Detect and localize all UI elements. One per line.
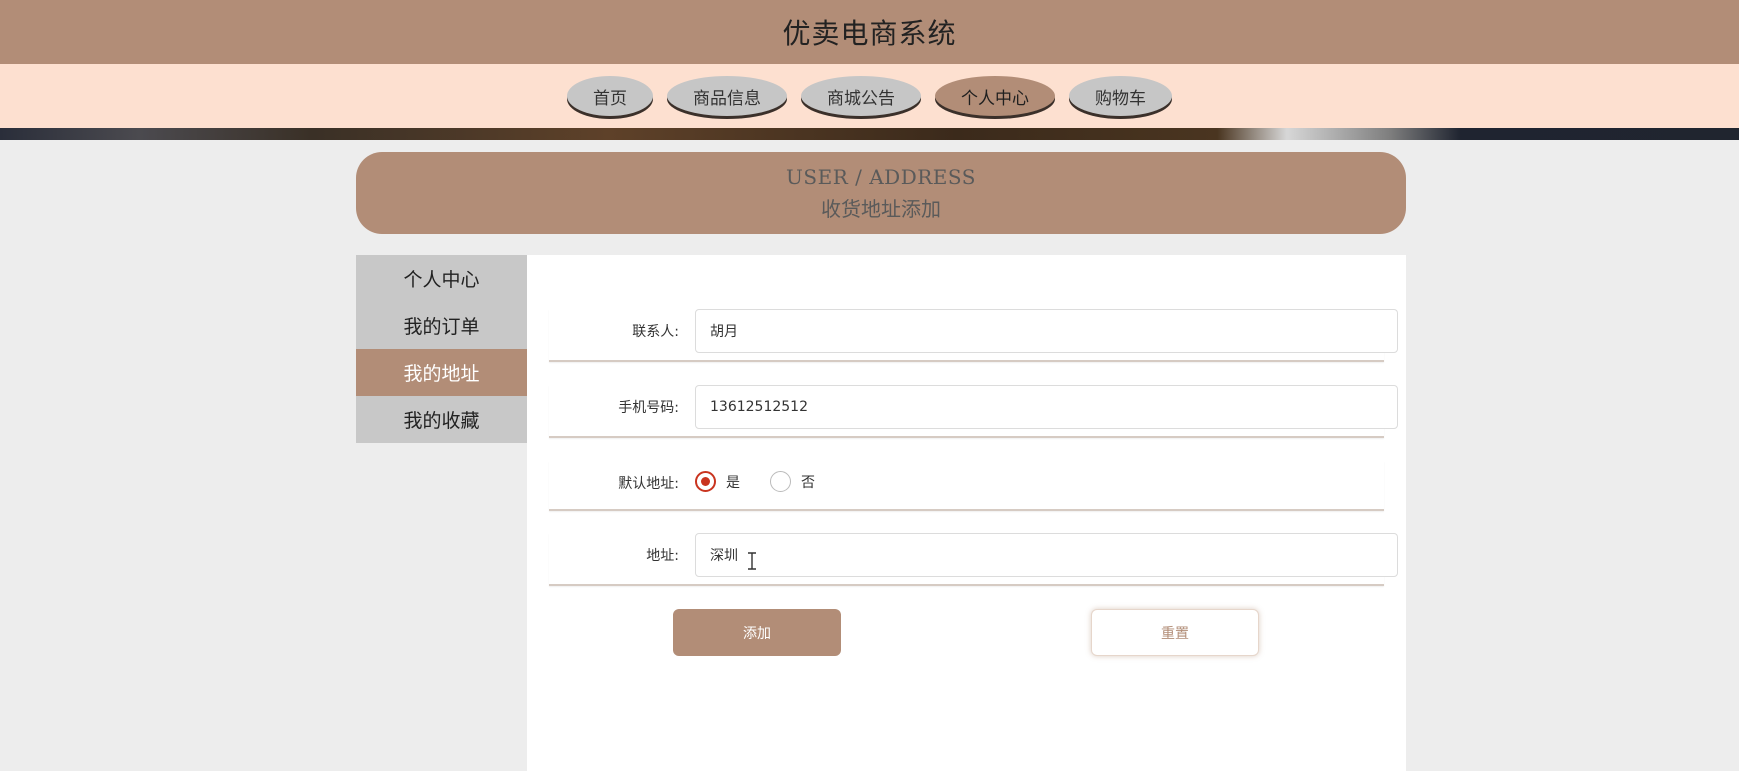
nav-announcements[interactable]: 商城公告 xyxy=(801,76,921,116)
phone-input[interactable] xyxy=(695,385,1398,429)
main-nav: 首页 商品信息 商城公告 个人中心 购物车 xyxy=(0,64,1739,128)
default-no-radio[interactable] xyxy=(770,471,791,492)
banner-chinese-title: 收货地址添加 xyxy=(821,196,941,221)
default-yes-label: 是 xyxy=(726,474,740,491)
address-input[interactable] xyxy=(695,533,1398,577)
user-sidebar: 个人中心 我的订单 我的地址 我的收藏 xyxy=(356,255,527,443)
contact-input[interactable] xyxy=(695,309,1398,353)
default-yes-radio[interactable] xyxy=(695,471,716,492)
sidebar-item-my-orders[interactable]: 我的订单 xyxy=(356,302,527,349)
reset-button[interactable]: 重置 xyxy=(1091,609,1259,656)
default-no-label: 否 xyxy=(801,474,815,491)
page-banner: USER / ADDRESS 收货地址添加 xyxy=(356,152,1406,234)
add-button[interactable]: 添加 xyxy=(673,609,841,656)
site-title: 优卖电商系统 xyxy=(782,17,957,50)
sidebar-item-personal-center[interactable]: 个人中心 xyxy=(356,255,527,302)
address-label: 地址: xyxy=(646,548,679,564)
contact-label: 联系人: xyxy=(632,324,679,340)
site-header: 优卖电商系统 xyxy=(0,0,1739,64)
phone-label: 手机号码: xyxy=(618,400,679,416)
sidebar-item-my-address[interactable]: 我的地址 xyxy=(356,349,527,396)
default-address-radio-group: 是 否 xyxy=(695,471,845,492)
nav-home[interactable]: 首页 xyxy=(567,76,653,116)
form-row-contact: 联系人: xyxy=(549,309,1398,362)
radio-dot xyxy=(701,477,710,486)
default-address-label: 默认地址: xyxy=(618,476,679,492)
form-row-address: 地址: xyxy=(549,533,1398,586)
nav-personal-center[interactable]: 个人中心 xyxy=(935,76,1055,116)
nav-products[interactable]: 商品信息 xyxy=(667,76,787,116)
banner-english-title: USER / ADDRESS xyxy=(786,164,976,189)
address-form-panel: 联系人: 手机号码: 默认地址: 是 否 地址: 添加 重置 xyxy=(527,255,1406,771)
text-cursor-icon xyxy=(748,552,756,570)
decorative-banner-strip xyxy=(0,128,1739,140)
form-row-phone: 手机号码: xyxy=(549,385,1398,438)
form-row-default-address: 默认地址: 是 否 xyxy=(549,461,1384,511)
sidebar-item-my-favorites[interactable]: 我的收藏 xyxy=(356,396,527,443)
nav-cart[interactable]: 购物车 xyxy=(1069,76,1172,116)
